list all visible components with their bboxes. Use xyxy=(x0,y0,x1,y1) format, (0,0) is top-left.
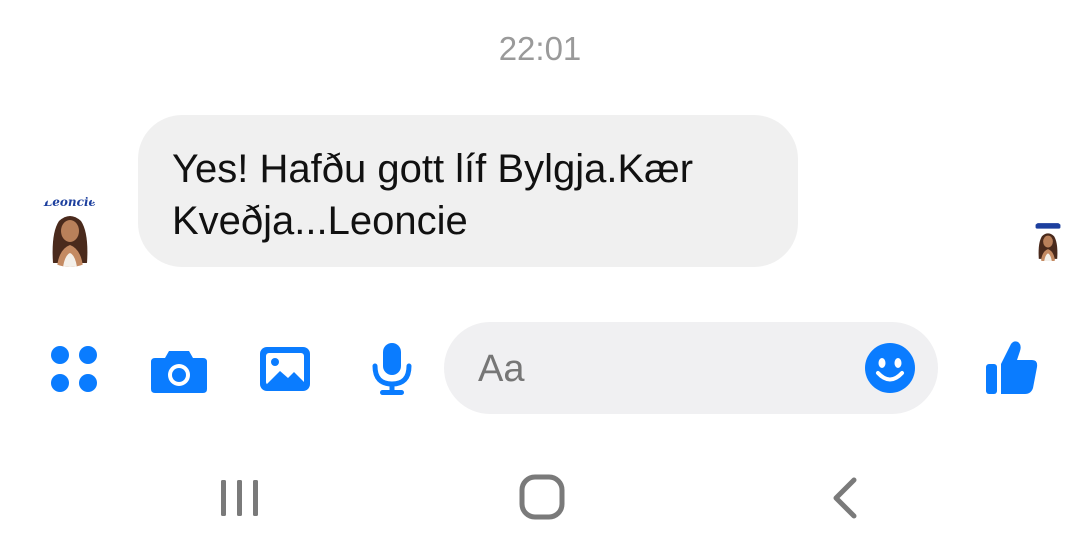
message-timestamp: 22:01 xyxy=(498,30,582,67)
message-bubble[interactable]: Yes! Hafðu gott líf Bylgja.Kær Kveðja...… xyxy=(138,115,798,267)
microphone-icon[interactable] xyxy=(370,342,414,396)
message-input[interactable] xyxy=(476,342,860,396)
gallery-icon[interactable] xyxy=(258,345,312,393)
emoji-icon[interactable] xyxy=(864,342,916,399)
back-icon[interactable] xyxy=(828,476,862,520)
avatar-caption: Leoncie xyxy=(43,195,97,209)
camera-icon[interactable] xyxy=(150,348,208,394)
sender-avatar[interactable]: Leoncie xyxy=(33,193,107,267)
thumbs-up-icon[interactable] xyxy=(985,340,1039,396)
apps-icon[interactable] xyxy=(50,345,98,393)
recent-apps-icon[interactable] xyxy=(218,478,262,518)
home-icon[interactable] xyxy=(519,474,565,520)
message-input-container xyxy=(444,322,938,414)
read-receipt-avatar xyxy=(1028,220,1068,262)
